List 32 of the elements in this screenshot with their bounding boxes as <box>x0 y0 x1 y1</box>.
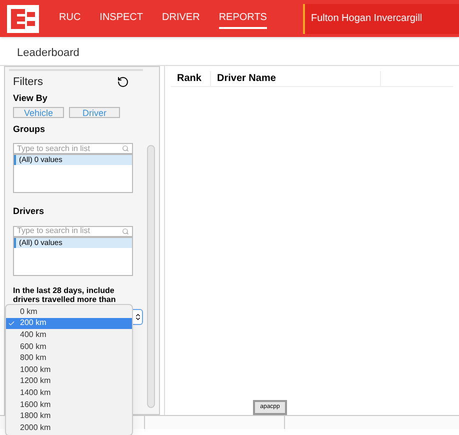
dropdown-option[interactable]: 1400 km <box>6 387 132 399</box>
column-header[interactable]: Driver Name <box>211 71 381 86</box>
dropdown-option[interactable]: 0 km <box>6 306 132 318</box>
nav-tab[interactable]: DRIVER <box>162 8 200 28</box>
dropdown-option[interactable]: 1800 km <box>6 410 132 422</box>
dropdown-option[interactable]: 1000 km <box>6 364 132 376</box>
dropdown-option[interactable]: 600 km <box>6 340 132 352</box>
dropdown-option[interactable]: 1600 km <box>6 398 132 410</box>
page-title: Leaderboard <box>17 46 80 61</box>
select-arrows-icon <box>134 312 142 320</box>
column-header[interactable]: Rank <box>171 71 211 86</box>
check-icon <box>8 320 15 327</box>
dropdown-option[interactable]: 1200 km <box>6 376 132 388</box>
dropdown-option[interactable]: 2000 km <box>6 422 132 434</box>
dropdown-option[interactable]: 400 km <box>6 329 132 341</box>
reset-icon[interactable] <box>117 76 129 88</box>
list-label: Drivers <box>13 205 44 218</box>
dropdown-option[interactable]: 200 km <box>6 318 132 330</box>
search-icon <box>122 145 129 152</box>
logo-icon[interactable] <box>7 4 39 32</box>
filters-title: Filters <box>13 74 43 90</box>
nav-tab[interactable]: RUC <box>59 8 81 28</box>
list-label: Groups <box>13 122 46 136</box>
distance-label: In the last 28 days, include drivers travelled more than <box>13 286 117 304</box>
nav-tab[interactable]: REPORTS <box>218 8 267 28</box>
organization-name: Fulton Hogan Invercargill <box>310 12 422 26</box>
nav-tab[interactable]: INSPECT <box>100 8 144 28</box>
search-field[interactable]: Type to search in list <box>13 143 133 154</box>
dropdown-option[interactable]: 800 km <box>6 352 132 364</box>
search-field[interactable]: Type to search in list <box>13 226 133 236</box>
view-by-label: View By <box>13 92 48 105</box>
search-icon <box>122 228 129 234</box>
